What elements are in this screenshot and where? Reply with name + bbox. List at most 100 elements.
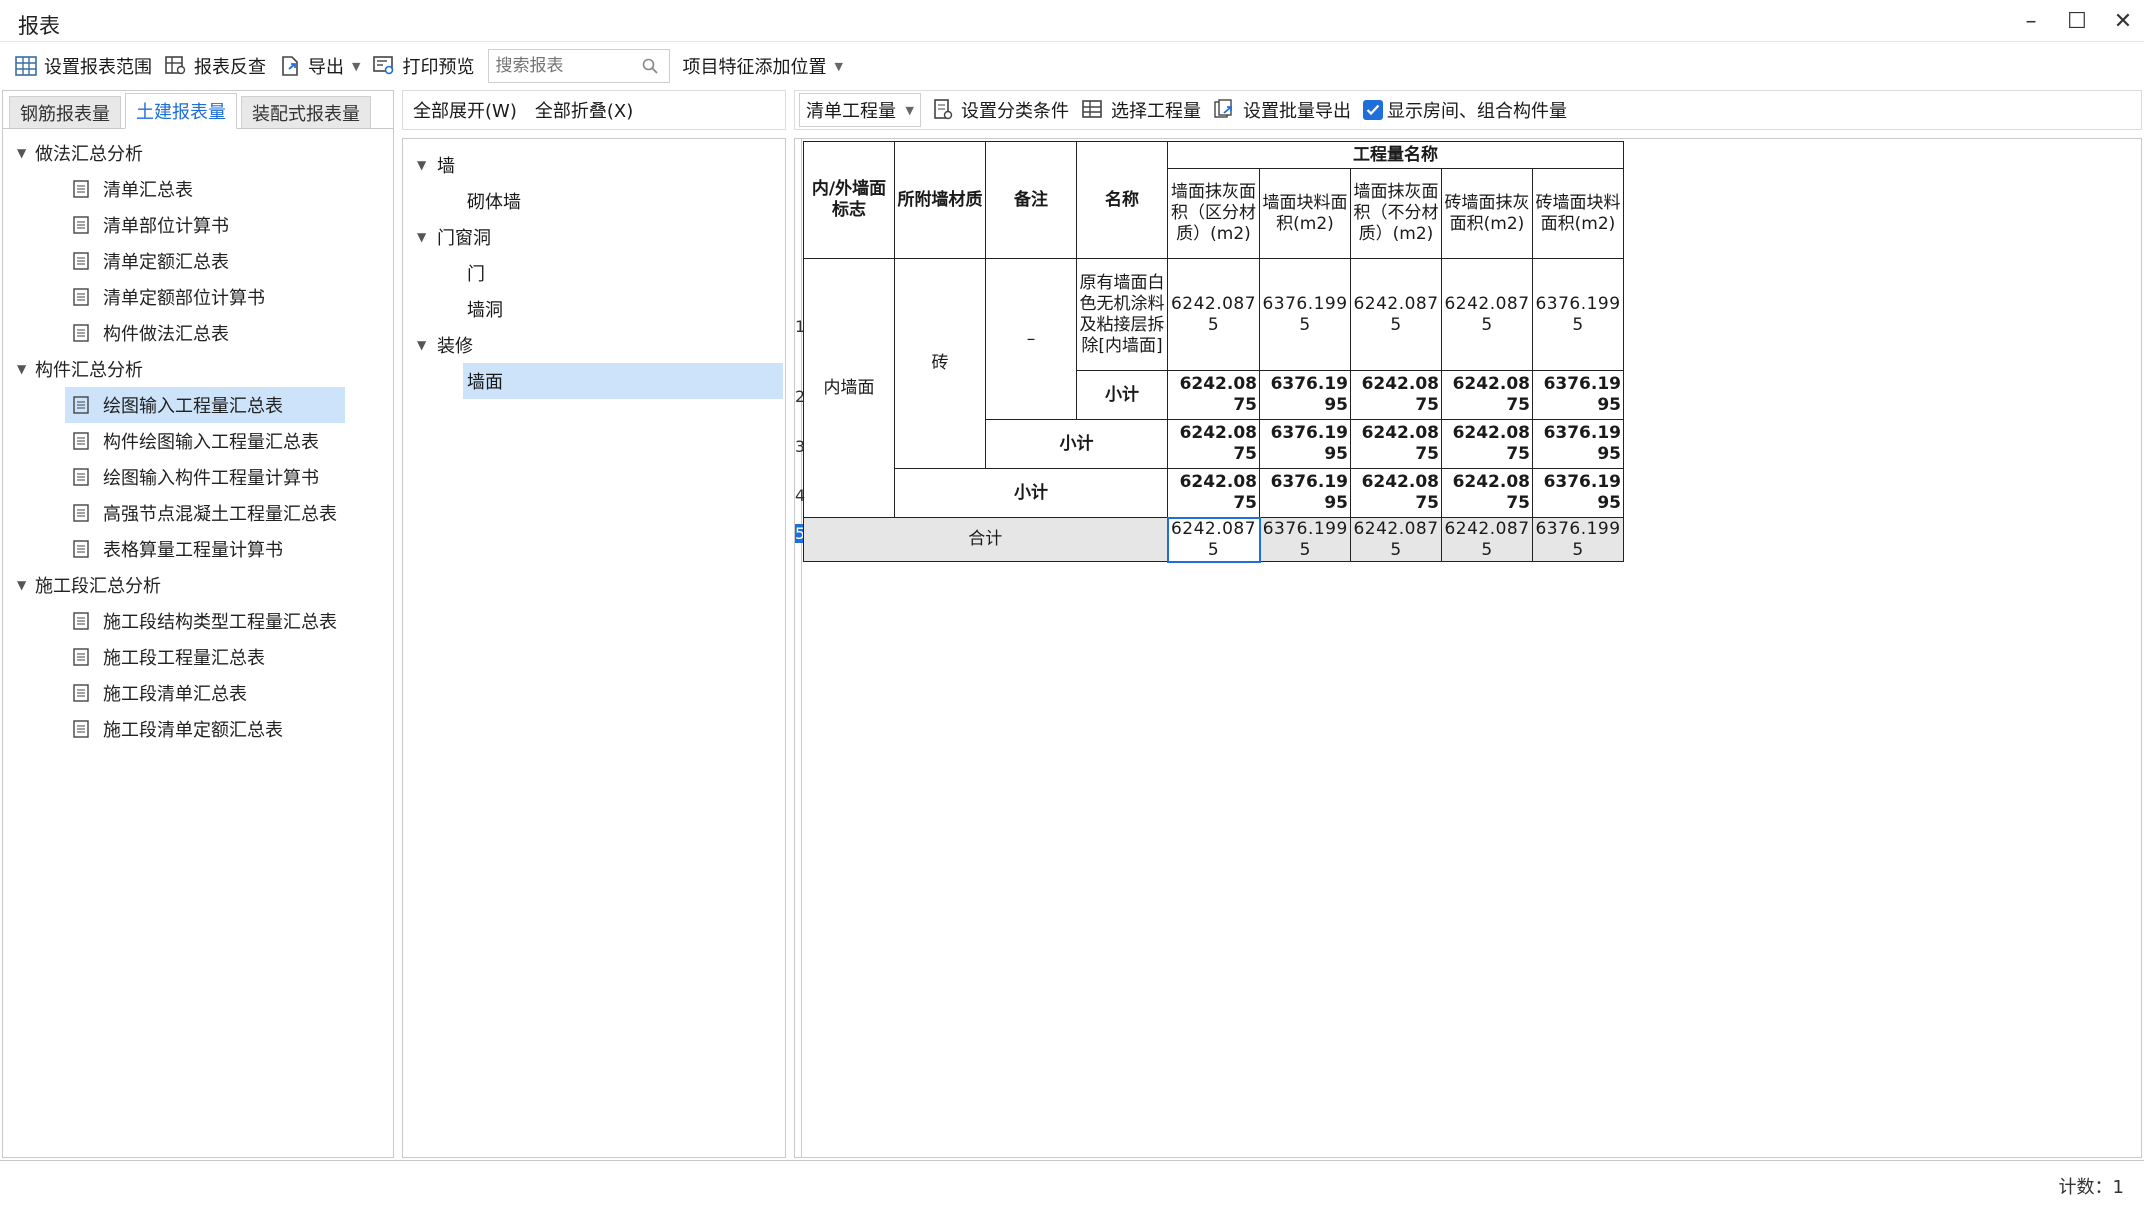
- component-group-openings[interactable]: ▼ 门窗洞: [403, 219, 785, 255]
- feature-position-dropdown[interactable]: 项目特征添加位置 ▼: [678, 49, 850, 83]
- set-classify-button[interactable]: 设置分类条件: [927, 93, 1077, 127]
- set-range-button[interactable]: 设置报表范围: [10, 49, 160, 83]
- export-button[interactable]: 导出 ▼: [274, 49, 368, 83]
- col-header-name[interactable]: 名称: [1076, 141, 1168, 259]
- show-rooms-checkbox[interactable]: 显示房间、组合构件量: [1359, 93, 1575, 127]
- col-header-q1[interactable]: 墙面抹灰面积（区分材质）(m2): [1167, 168, 1260, 259]
- expand-arrow-icon[interactable]: ▼: [17, 146, 35, 160]
- tree-group-segment-summary[interactable]: ▼ 施工段汇总分析: [3, 567, 393, 603]
- table-cell[interactable]: 6242.0875: [1350, 468, 1442, 518]
- table-cell[interactable]: 6376.1995: [1532, 258, 1624, 371]
- batch-export-button[interactable]: 设置批量导出: [1209, 93, 1359, 127]
- cell-total-label[interactable]: 合计: [803, 517, 1168, 562]
- col-header-q5[interactable]: 砖墙面块料面积(m2): [1532, 168, 1624, 259]
- checkbox-checked-icon[interactable]: [1363, 100, 1383, 120]
- tree-item[interactable]: 清单部位计算书: [65, 207, 341, 243]
- table-cell[interactable]: 6242.0875: [1167, 258, 1260, 371]
- row-number-selected[interactable]: 5: [795, 524, 805, 543]
- search-input[interactable]: [495, 56, 642, 76]
- table-cell[interactable]: 6242.0875: [1167, 370, 1260, 420]
- tree-item[interactable]: 表格算量工程量计算书: [65, 531, 341, 567]
- select-quantity-button[interactable]: 选择工程量: [1077, 93, 1209, 127]
- row-number[interactable]: 4: [795, 486, 805, 505]
- col-header-remark[interactable]: 备注: [985, 141, 1077, 259]
- tree-item[interactable]: 施工段工程量汇总表: [65, 639, 341, 675]
- cell-inout[interactable]: 内墙面: [803, 258, 895, 518]
- tree-item[interactable]: 构件绘图输入工程量汇总表: [65, 423, 341, 459]
- cell-remark[interactable]: –: [985, 258, 1077, 420]
- component-item[interactable]: 墙洞: [403, 291, 785, 327]
- component-item[interactable]: 门: [403, 255, 785, 291]
- table-cell[interactable]: 6242.0875: [1350, 258, 1442, 371]
- table-cell[interactable]: 6242.0875: [1441, 258, 1533, 371]
- row-number[interactable]: 1: [795, 317, 805, 336]
- tab-prefab-report[interactable]: 装配式报表量: [241, 96, 371, 128]
- collapse-all-button[interactable]: 全部折叠(X): [535, 97, 633, 123]
- row-number[interactable]: 2: [795, 387, 805, 406]
- minimize-icon[interactable]: –: [2010, 0, 2052, 42]
- table-cell[interactable]: 6242.0875: [1167, 468, 1260, 518]
- cell-subtotal-label[interactable]: 小计: [1076, 370, 1168, 420]
- table-cell[interactable]: 6376.1995: [1259, 419, 1351, 469]
- table-cell[interactable]: 6242.0875: [1350, 419, 1442, 469]
- row-number[interactable]: 3: [795, 437, 805, 456]
- tree-item[interactable]: 清单汇总表: [65, 171, 341, 207]
- table-cell[interactable]: 6376.1995: [1259, 517, 1351, 562]
- tab-civil-report[interactable]: 土建报表量: [125, 93, 237, 129]
- tree-item[interactable]: 绘图输入构件工程量计算书: [65, 459, 341, 495]
- maximize-icon[interactable]: ☐: [2056, 0, 2098, 42]
- component-group-wall[interactable]: ▼ 墙: [403, 147, 785, 183]
- search-icon[interactable]: [641, 57, 659, 75]
- table-cell[interactable]: 6376.1995: [1532, 517, 1624, 562]
- tree-item-selected[interactable]: 绘图输入工程量汇总表: [65, 387, 345, 423]
- table-cell[interactable]: 6376.1995: [1259, 468, 1351, 518]
- component-group-decoration[interactable]: ▼ 装修: [403, 327, 785, 363]
- col-header-q3[interactable]: 墙面抹灰面积（不分材质）(m2): [1350, 168, 1442, 259]
- table-cell[interactable]: 6376.1995: [1532, 419, 1624, 469]
- table-cell-selected[interactable]: 6242.0875: [1166, 516, 1261, 563]
- cell-subtotal-label[interactable]: 小计: [894, 468, 1168, 518]
- expand-arrow-icon[interactable]: ▼: [417, 158, 437, 172]
- table-cell[interactable]: 6242.0875: [1441, 517, 1533, 562]
- table-cell[interactable]: 6242.0875: [1167, 419, 1260, 469]
- close-icon[interactable]: ✕: [2102, 0, 2144, 42]
- tree-group-component-summary[interactable]: ▼ 构件汇总分析: [3, 351, 393, 387]
- table-cell[interactable]: 6242.0875: [1441, 419, 1533, 469]
- table-cell[interactable]: 6376.1995: [1532, 370, 1624, 420]
- report-search-box[interactable]: [488, 49, 671, 83]
- table-cell[interactable]: 6376.1995: [1259, 370, 1351, 420]
- tree-group-method-summary[interactable]: ▼ 做法汇总分析: [3, 135, 393, 171]
- reverse-check-button[interactable]: 报表反查: [160, 49, 274, 83]
- tree-item[interactable]: 施工段清单汇总表: [65, 675, 341, 711]
- cell-name[interactable]: 原有墙面白色无机涂料及粘接层拆除[内墙面]: [1076, 258, 1168, 371]
- expand-arrow-icon[interactable]: ▼: [417, 338, 437, 352]
- expand-arrow-icon[interactable]: ▼: [17, 578, 35, 592]
- cell-subtotal-label[interactable]: 小计: [985, 419, 1168, 469]
- component-item[interactable]: 砌体墙: [403, 183, 785, 219]
- tree-item[interactable]: 施工段结构类型工程量汇总表: [65, 603, 341, 639]
- table-cell[interactable]: 6242.0875: [1350, 370, 1442, 420]
- print-preview-button[interactable]: 打印预览: [368, 49, 482, 83]
- table-cell[interactable]: 6376.1995: [1259, 258, 1351, 371]
- expand-all-button[interactable]: 全部展开(W): [413, 97, 517, 123]
- tab-rebar-report[interactable]: 钢筋报表量: [9, 96, 121, 128]
- col-header-q2[interactable]: 墙面块料面积(m2): [1259, 168, 1351, 259]
- table-cell[interactable]: 6242.0875: [1441, 370, 1533, 420]
- tree-item[interactable]: 清单定额部位计算书: [65, 279, 341, 315]
- col-header-q4[interactable]: 砖墙面抹灰面积(m2): [1441, 168, 1533, 259]
- col-header-quantity-group[interactable]: 工程量名称: [1167, 141, 1624, 169]
- table-cell[interactable]: 6242.0875: [1350, 517, 1442, 562]
- table-cell[interactable]: 6376.1995: [1532, 468, 1624, 518]
- col-header-material[interactable]: 所附墙材质: [894, 141, 986, 259]
- component-item-selected[interactable]: 墙面: [463, 363, 783, 399]
- cell-material[interactable]: 砖: [894, 258, 986, 469]
- tree-item[interactable]: 高强节点混凝土工程量汇总表: [65, 495, 341, 531]
- tree-item[interactable]: 施工段清单定额汇总表: [65, 711, 341, 747]
- quantity-type-select[interactable]: 清单工程量 ▼: [799, 93, 921, 127]
- table-cell[interactable]: 6242.0875: [1441, 468, 1533, 518]
- expand-arrow-icon[interactable]: ▼: [17, 362, 35, 376]
- expand-arrow-icon[interactable]: ▼: [417, 230, 437, 244]
- tree-item[interactable]: 构件做法汇总表: [65, 315, 341, 351]
- col-header-inout[interactable]: 内/外墙面标志: [803, 141, 895, 259]
- tree-item[interactable]: 清单定额汇总表: [65, 243, 341, 279]
